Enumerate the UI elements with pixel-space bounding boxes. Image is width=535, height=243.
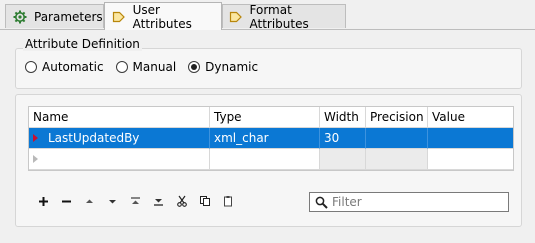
table-row-new[interactable] <box>29 149 513 170</box>
column-header-precision[interactable]: Precision <box>366 107 428 128</box>
tab-label: Format Attributes <box>249 2 309 31</box>
radio-label: Automatic <box>42 60 104 74</box>
new-row-indicator-icon <box>33 155 43 163</box>
add-icon[interactable] <box>32 192 55 210</box>
tab-label: User Attributes <box>132 2 192 31</box>
cell-precision[interactable] <box>366 128 428 149</box>
radio-automatic[interactable]: Automatic <box>25 60 104 74</box>
radio-manual[interactable]: Manual <box>115 60 177 74</box>
tab-user-attributes[interactable]: User Attributes <box>104 2 222 31</box>
cell-type[interactable]: xml_char <box>210 128 320 149</box>
cell-width[interactable] <box>320 149 366 170</box>
cell-name[interactable] <box>29 149 210 170</box>
tag-icon <box>229 9 244 25</box>
radio-label: Manual <box>132 60 177 74</box>
column-header-width[interactable]: Width <box>320 107 366 128</box>
move-top-icon[interactable] <box>124 192 147 210</box>
cell-value[interactable] <box>428 128 513 149</box>
radio-button-circle-selected[interactable] <box>188 61 201 73</box>
remove-icon[interactable] <box>55 192 78 210</box>
cell-name-text: LastUpdatedBy <box>48 131 140 145</box>
tab-bar: Parameters User Attributes Format Attrib… <box>0 0 535 31</box>
tab-divider <box>0 29 535 30</box>
group-title: Attribute Definition <box>23 37 142 51</box>
radio-dynamic[interactable]: Dynamic <box>188 60 258 74</box>
cell-precision[interactable] <box>366 149 428 170</box>
table-header: Name Type Width Precision Value <box>29 107 513 128</box>
cell-width[interactable]: 30 <box>320 128 366 149</box>
gear-icon <box>12 9 28 25</box>
tab-format-attributes[interactable]: Format Attributes <box>222 2 346 31</box>
move-up-icon[interactable] <box>78 192 101 210</box>
copy-icon[interactable] <box>193 192 216 210</box>
tab-label: Parameters <box>34 9 103 24</box>
filter-input[interactable] <box>332 195 502 209</box>
radio-button-circle[interactable] <box>25 61 37 73</box>
search-icon <box>310 196 332 209</box>
move-bottom-icon[interactable] <box>147 192 170 210</box>
radio-button-circle[interactable] <box>115 61 128 73</box>
attribute-definition-options: Automatic Manual Dynamic <box>25 60 270 74</box>
cell-value[interactable] <box>428 149 513 170</box>
table-row[interactable]: LastUpdatedBy xml_char 30 <box>29 128 513 149</box>
column-header-name[interactable]: Name <box>29 107 210 128</box>
radio-label: Dynamic <box>205 60 259 74</box>
column-header-value[interactable]: Value <box>428 107 513 128</box>
tag-icon <box>111 9 127 25</box>
paste-icon[interactable] <box>216 192 239 210</box>
cut-icon[interactable] <box>170 192 193 210</box>
table-toolbar <box>32 192 239 210</box>
row-indicator-icon <box>33 134 43 142</box>
move-down-icon[interactable] <box>101 192 124 210</box>
attributes-table: Name Type Width Precision Value LastUpda… <box>28 106 514 171</box>
cell-name[interactable]: LastUpdatedBy <box>29 128 210 149</box>
cell-type[interactable] <box>210 149 320 170</box>
filter-field[interactable] <box>309 192 509 212</box>
tab-parameters[interactable]: Parameters <box>5 4 104 28</box>
column-header-type[interactable]: Type <box>210 107 320 128</box>
